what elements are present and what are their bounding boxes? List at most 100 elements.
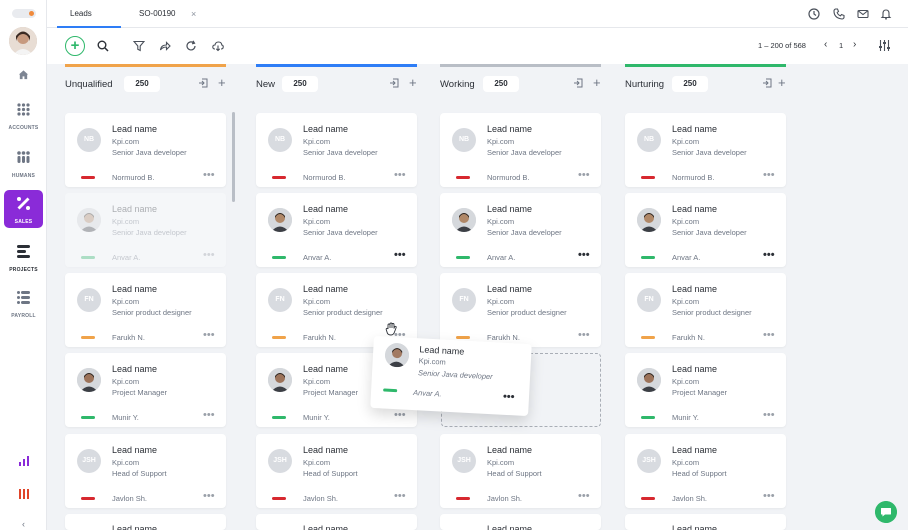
lead-card[interactable]: JSH Lead name Kpi.com Head of Support Javlon… [625,434,786,508]
user-avatar[interactable] [9,27,37,55]
add-card-button[interactable]: + [593,75,601,90]
lead-card[interactable]: Lead name Kpi.com Senior Java developer Anv… [256,193,417,267]
lead-name: Lead name [672,445,718,455]
lead-avatar: FN [452,288,476,312]
lead-role: Project Manager [303,388,359,397]
more-options-icon[interactable]: ••• [578,329,590,341]
more-options-icon[interactable]: ••• [203,249,215,261]
analytics-icon[interactable] [0,454,47,472]
sidebar-item-sales[interactable]: SALES [4,190,43,228]
prev-page-button[interactable]: ‹ [824,39,827,50]
add-lead-button[interactable]: + [65,36,85,56]
more-options-icon[interactable]: ••• [203,329,215,341]
lead-card[interactable]: JSH Lead name Kpi.com Head of Support Javlon… [65,434,226,508]
more-options-icon[interactable]: ••• [503,391,515,404]
collapse-column-icon[interactable] [573,78,583,88]
lead-avatar [637,368,661,392]
collapse-column-icon[interactable] [389,78,399,88]
report-bars-icon[interactable] [0,487,47,505]
lead-card[interactable]: NB Lead name Kpi.com Senior Java developer N… [65,113,226,187]
more-options-icon[interactable]: ••• [763,329,775,341]
cloud-download-icon[interactable] [212,40,224,52]
lead-card[interactable]: Lead name [65,514,226,530]
more-options-icon[interactable]: ••• [203,409,215,421]
lead-card[interactable]: NB Lead name Kpi.com Senior Java developer N… [256,113,417,187]
more-options-icon[interactable]: ••• [203,169,215,181]
sidebar-item-accounts[interactable]: ACCOUNTS [4,96,43,134]
sidebar-toggle[interactable] [12,9,36,18]
lead-card[interactable]: Lead name [625,514,786,530]
more-options-icon[interactable]: ••• [578,249,590,261]
status-indicator [272,256,286,259]
grid-dots-icon [17,103,30,116]
share-icon[interactable] [159,40,171,52]
lead-owner: Anvar A. [112,253,141,262]
more-options-icon[interactable]: ••• [394,169,406,181]
add-card-button[interactable]: + [409,75,417,90]
status-indicator [641,176,655,179]
tab-so-00190[interactable]: SO-00190 [139,0,209,28]
lead-card[interactable]: Lead name Kpi.com Project Manager Munir Y. •… [625,353,786,427]
clock-icon[interactable] [808,8,820,20]
collapse-column-icon[interactable] [198,78,208,88]
more-options-icon[interactable]: ••• [763,249,775,261]
dragged-lead-card[interactable]: Lead name Kpi.com Senior Java developer … [370,335,532,417]
refresh-icon[interactable] [185,40,197,52]
more-options-icon[interactable]: ••• [763,409,775,421]
status-indicator [81,256,95,259]
lead-card[interactable]: FN Lead name Kpi.com Senior product designe… [65,273,226,347]
lead-card[interactable]: Lead name Kpi.com Project Manager Munir Y. •… [65,353,226,427]
home-icon[interactable] [0,67,47,85]
column-scrollbar[interactable] [232,112,235,202]
tab-leads[interactable]: Leads [57,0,121,28]
lead-company: Kpi.com [487,137,515,146]
lead-name: Lead name [487,524,533,530]
collapse-chevron-icon[interactable]: ‹ [0,519,47,529]
lead-card[interactable]: Lead name Kpi.com Senior Java developer Anv… [625,193,786,267]
search-icon[interactable] [97,40,109,52]
add-card-button[interactable]: + [778,75,786,90]
lead-card[interactable]: JSH Lead name Kpi.com Head of Support Javlon… [440,434,601,508]
sidebar: ACCOUNTS HUMANS SALES PROJECTS PAYROLL ‹ [0,0,47,530]
lead-card[interactable]: NB Lead name Kpi.com Senior Java developer N… [625,113,786,187]
lead-company: Kpi.com [112,217,140,226]
lead-card[interactable]: FN Lead name Kpi.com Senior product designe… [440,273,601,347]
lead-avatar [637,208,661,232]
column-count: 250 [672,76,708,92]
lead-card[interactable]: NB Lead name Kpi.com Senior Java developer N… [440,113,601,187]
lead-card[interactable]: FN Lead name Kpi.com Senior product designe… [625,273,786,347]
more-options-icon[interactable]: ••• [203,490,215,502]
close-tab-icon[interactable]: × [191,0,196,28]
lead-card[interactable]: Lead name Kpi.com Senior Java developer Anv… [440,193,601,267]
more-options-icon[interactable]: ••• [578,490,590,502]
lead-card[interactable]: Lead name [256,514,417,530]
phone-icon[interactable] [833,8,845,20]
more-options-icon[interactable]: ••• [394,249,406,261]
more-options-icon[interactable]: ••• [578,169,590,181]
more-options-icon[interactable]: ••• [394,409,406,421]
sidebar-item-humans[interactable]: HUMANS [4,144,43,182]
lead-role: Senior Java developer [417,368,493,382]
lead-card[interactable]: Lead name Kpi.com Senior Java developer Anv… [65,193,226,267]
lead-owner: Normurod B. [672,173,715,182]
sidebar-item-projects[interactable]: PROJECTS [4,238,43,276]
lead-name: Lead name [487,284,533,294]
mail-icon[interactable] [857,8,869,20]
lead-role: Senior Java developer [487,148,562,157]
lead-card[interactable]: JSH Lead name Kpi.com Head of Support Javlon… [256,434,417,508]
more-options-icon[interactable]: ••• [394,490,406,502]
settings-sliders-icon[interactable] [878,39,891,52]
filter-icon[interactable] [133,40,145,52]
more-options-icon[interactable]: ••• [763,169,775,181]
lead-company: Kpi.com [487,458,515,467]
chat-icon[interactable] [875,501,897,523]
lead-role: Senior Java developer [303,148,378,157]
lead-card[interactable]: Lead name [440,514,601,530]
sidebar-item-payroll[interactable]: PAYROLL [4,284,43,322]
next-page-button[interactable]: › [853,39,856,50]
more-options-icon[interactable]: ••• [763,490,775,502]
bell-icon[interactable] [880,8,892,20]
status-indicator [456,176,470,179]
add-card-button[interactable]: + [218,75,226,90]
collapse-column-icon[interactable] [762,78,772,88]
